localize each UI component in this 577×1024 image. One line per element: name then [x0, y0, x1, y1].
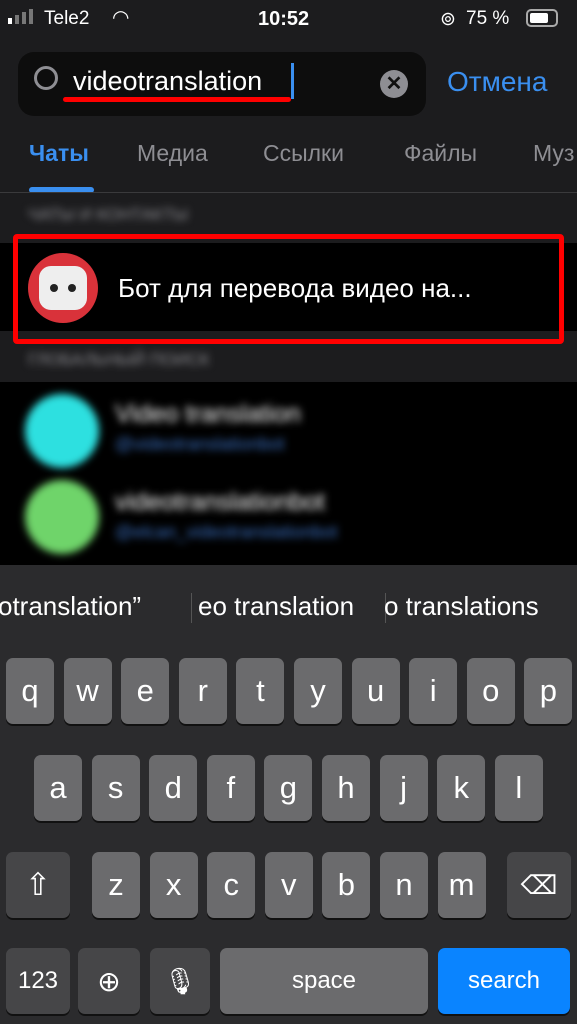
- globe-icon[interactable]: ⊕: [78, 948, 140, 1014]
- result-title: Video translation: [115, 400, 301, 428]
- shift-key[interactable]: ⇧: [6, 852, 70, 918]
- key-h[interactable]: h: [322, 755, 370, 821]
- key-v[interactable]: v: [264, 852, 313, 918]
- key-i[interactable]: i: [409, 658, 458, 724]
- carrier: Tele2: [44, 8, 90, 29]
- key-f[interactable]: f: [206, 755, 255, 821]
- avatar: [25, 394, 99, 468]
- search-input[interactable]: videotranslation: [73, 66, 262, 97]
- annotation-underline: [63, 97, 291, 102]
- key-t[interactable]: t: [236, 658, 285, 724]
- battery-percent: 75 %: [466, 8, 510, 29]
- key-m[interactable]: m: [437, 852, 486, 918]
- key-z[interactable]: z: [92, 852, 140, 918]
- key-n[interactable]: n: [380, 852, 428, 918]
- search-key[interactable]: search: [438, 948, 570, 1014]
- signal-icon: [8, 9, 33, 24]
- key-w[interactable]: w: [63, 658, 112, 724]
- tab-music[interactable]: Муз: [533, 140, 574, 167]
- annotation-box: [13, 234, 564, 344]
- search-icon: [34, 66, 58, 90]
- text-cursor: [291, 63, 294, 99]
- key-r[interactable]: r: [178, 658, 227, 724]
- suggestion[interactable]: otranslation”: [0, 591, 141, 622]
- suggestion[interactable]: eo translation: [198, 591, 354, 622]
- key-p[interactable]: p: [524, 658, 573, 724]
- result-handle: @videotranslationbot: [115, 434, 285, 454]
- result-title: videotranslationbot: [115, 488, 325, 516]
- numbers-key[interactable]: 123: [6, 948, 70, 1014]
- wifi-icon: ◠: [112, 7, 130, 29]
- key-b[interactable]: b: [322, 852, 371, 918]
- tab-chats[interactable]: Чаты: [29, 140, 89, 167]
- tab-files[interactable]: Файлы: [404, 140, 477, 167]
- key-o[interactable]: o: [466, 658, 515, 724]
- key-e[interactable]: e: [121, 658, 170, 724]
- key-s[interactable]: s: [91, 755, 140, 821]
- status-bar: Tele2 ◠ 10:52 ⊚ 75 %: [0, 0, 577, 40]
- key-c[interactable]: c: [207, 852, 256, 918]
- tab-links[interactable]: Ссылки: [263, 140, 344, 167]
- keyboard: otranslation” eo translation o translati…: [0, 565, 577, 1024]
- key-q[interactable]: q: [6, 658, 54, 724]
- key-g[interactable]: g: [264, 755, 313, 821]
- search-field[interactable]: videotranslation ✕: [18, 52, 426, 116]
- global-results: Video translation @videotranslationbot v…: [0, 382, 577, 565]
- key-u[interactable]: u: [351, 658, 400, 724]
- clock: 10:52: [258, 8, 310, 30]
- microphone-icon[interactable]: 🎙: [150, 948, 210, 1014]
- cancel-button[interactable]: Отмена: [447, 66, 547, 98]
- tab-media[interactable]: Медиа: [137, 140, 208, 167]
- result-row[interactable]: Video translation @videotranslationbot: [0, 382, 577, 472]
- section-header-chats: ЧАТЫ И КОНТАКТЫ: [28, 205, 189, 224]
- battery-icon: [526, 9, 558, 27]
- key-j[interactable]: j: [379, 755, 428, 821]
- suggestion[interactable]: o translations: [384, 591, 539, 622]
- key-x[interactable]: x: [149, 852, 198, 918]
- space-key[interactable]: space: [220, 948, 428, 1014]
- backspace-key[interactable]: ⌫: [507, 852, 571, 918]
- avatar: [25, 480, 99, 554]
- key-y[interactable]: y: [294, 658, 342, 724]
- key-l[interactable]: l: [494, 755, 543, 821]
- rotation-lock-icon: ⊚: [440, 9, 456, 30]
- divider: [0, 192, 577, 193]
- key-k[interactable]: k: [437, 755, 486, 821]
- result-handle: @elcan_videotranslationbot: [115, 522, 338, 542]
- key-a[interactable]: a: [34, 755, 82, 821]
- clear-icon[interactable]: ✕: [380, 70, 408, 98]
- result-row[interactable]: videotranslationbot @elcan_videotranslat…: [0, 474, 577, 564]
- key-d[interactable]: d: [149, 755, 198, 821]
- section-header-global: ГЛОБАЛЬНЫЙ ПОИСК: [28, 350, 210, 369]
